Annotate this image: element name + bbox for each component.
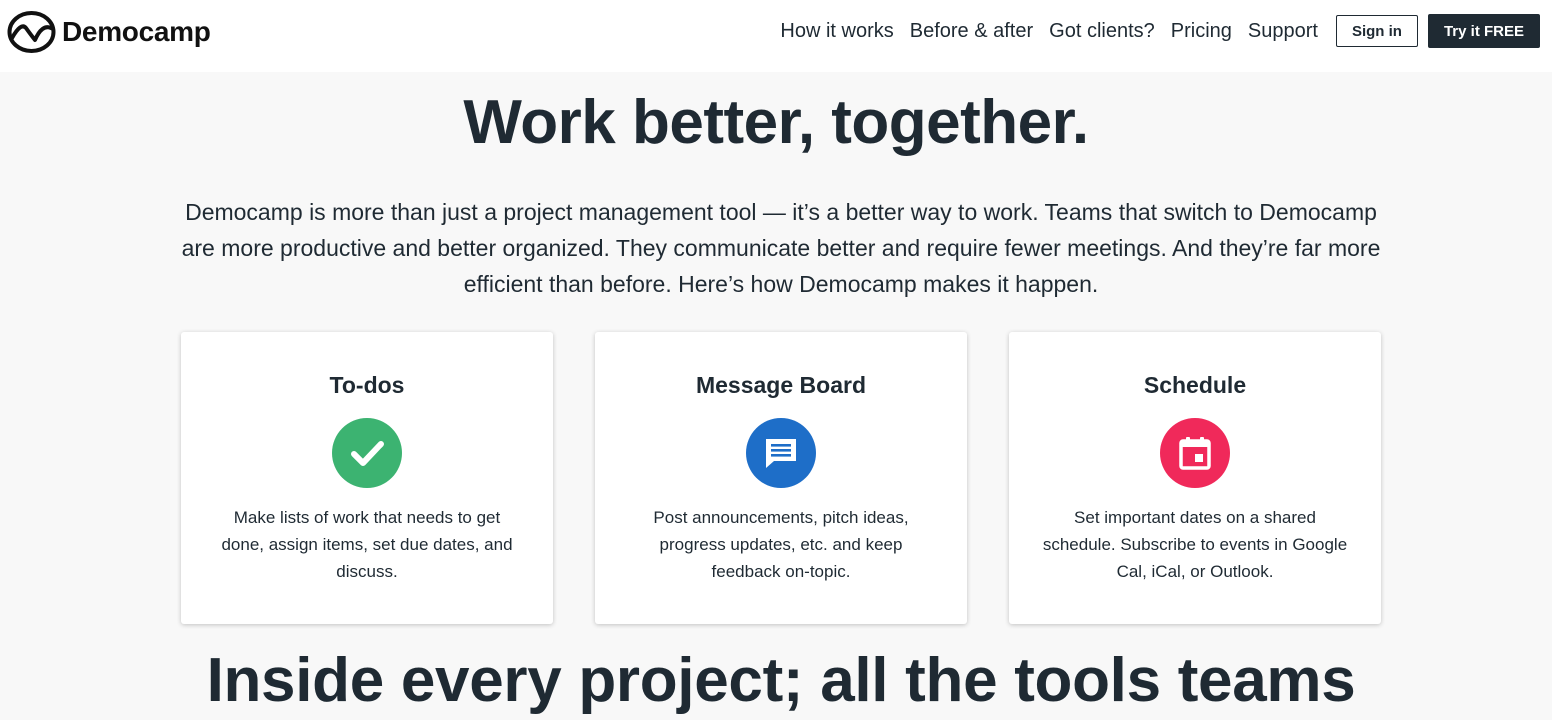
nav-how-it-works[interactable]: How it works (780, 20, 893, 43)
nav-support[interactable]: Support (1248, 20, 1318, 43)
nav-pricing[interactable]: Pricing (1171, 20, 1232, 43)
card-description: Post announcements, pitch ideas, progres… (653, 508, 909, 581)
nav-got-clients[interactable]: Got clients? (1049, 20, 1155, 43)
try-free-button[interactable]: Try it FREE (1427, 14, 1540, 48)
nav-before-after[interactable]: Before & after (910, 20, 1033, 43)
democamp-logo-icon (7, 11, 56, 53)
main-nav: How it works Before & after Got clients?… (780, 14, 1540, 48)
sign-in-button[interactable]: Sign in (1335, 15, 1418, 47)
feature-card-schedule: Schedule Set important dates on a shared… (1009, 332, 1381, 624)
card-description: Set important dates on a shared schedule… (1042, 508, 1348, 581)
section-title: Inside every project; all the tools team… (206, 646, 1356, 715)
card-title: Message Board (695, 372, 866, 398)
hero-title: Work better, together. (463, 88, 1089, 157)
card-title: Schedule (1143, 372, 1247, 398)
site-header: Democamp How it works Before & after Got… (0, 0, 1552, 72)
logo-text: Democamp (62, 16, 211, 47)
message-icon (746, 418, 816, 488)
card-title: To-dos (329, 372, 405, 398)
democamp-logo[interactable]: Democamp (7, 10, 211, 54)
feature-card-todos: To-dos Make lists of work that needs to … (181, 332, 553, 624)
feature-card-message-board: Message Board Post announcements, pitch … (595, 332, 967, 624)
feature-cards: To-dos Make lists of work that needs to … (181, 332, 1381, 624)
checkmark-icon (332, 418, 402, 488)
calendar-icon (1160, 418, 1230, 488)
hero-intro: Democamp is more than just a project man… (181, 199, 1381, 297)
card-description: Make lists of work that needs to get don… (221, 508, 513, 581)
